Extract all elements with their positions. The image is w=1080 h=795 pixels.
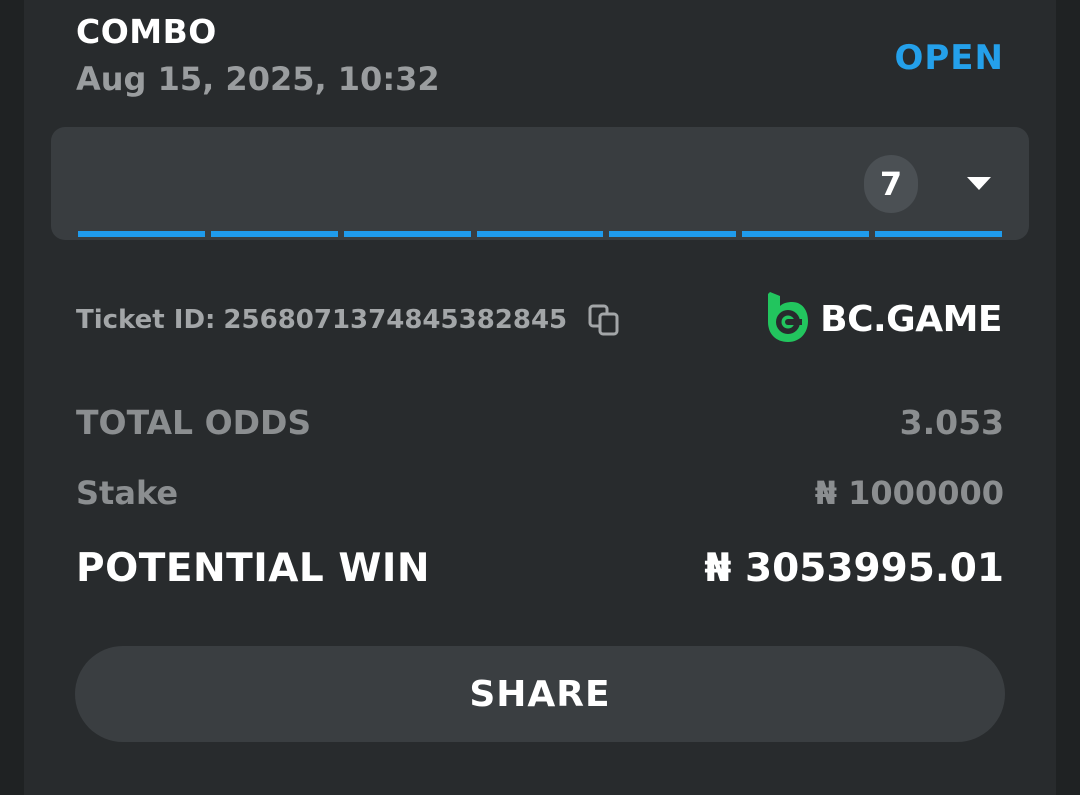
potential-win-label: POTENTIAL WIN — [76, 546, 431, 591]
stake-label: Stake — [76, 474, 179, 512]
progress-segment — [210, 231, 338, 237]
progress-segment — [742, 231, 870, 237]
bet-ticket-card: COMBO Aug 15, 2025, 10:32 OPEN 7 Ticket … — [24, 0, 1056, 795]
stake-value: ₦ 1000000 — [814, 474, 1004, 512]
copy-icon[interactable] — [587, 303, 621, 337]
potential-win-value: ₦ 3053995.01 — [704, 546, 1004, 591]
total-odds-label: TOTAL ODDS — [76, 403, 312, 442]
selections-progress-bar — [78, 231, 1003, 237]
bet-date: Aug 15, 2025, 10:32 — [76, 60, 440, 98]
bet-status-badge: OPEN — [894, 38, 1004, 78]
total-odds-value: 3.053 — [899, 403, 1004, 442]
selections-panel[interactable]: 7 — [51, 127, 1029, 240]
progress-segment — [476, 231, 604, 237]
chevron-down-icon[interactable] — [967, 177, 991, 190]
ticket-id-value: 2568071374845382845 — [223, 305, 568, 335]
share-button[interactable]: SHARE — [75, 646, 1005, 742]
selection-count-badge: 7 — [864, 155, 918, 213]
progress-segment — [78, 231, 205, 237]
ticket-id-label: Ticket ID: — [76, 305, 216, 335]
bc-game-logo-icon — [764, 290, 810, 348]
brand-logo: BC.GAME — [764, 290, 1002, 348]
bet-type-title: COMBO — [76, 12, 217, 51]
brand-name: BC.GAME — [820, 298, 1002, 340]
progress-segment — [875, 231, 1003, 237]
progress-segment — [343, 231, 471, 237]
page: COMBO Aug 15, 2025, 10:32 OPEN 7 Ticket … — [0, 0, 1080, 795]
ticket-id-row: Ticket ID: 2568071374845382845 — [76, 303, 621, 337]
progress-segment — [609, 231, 737, 237]
